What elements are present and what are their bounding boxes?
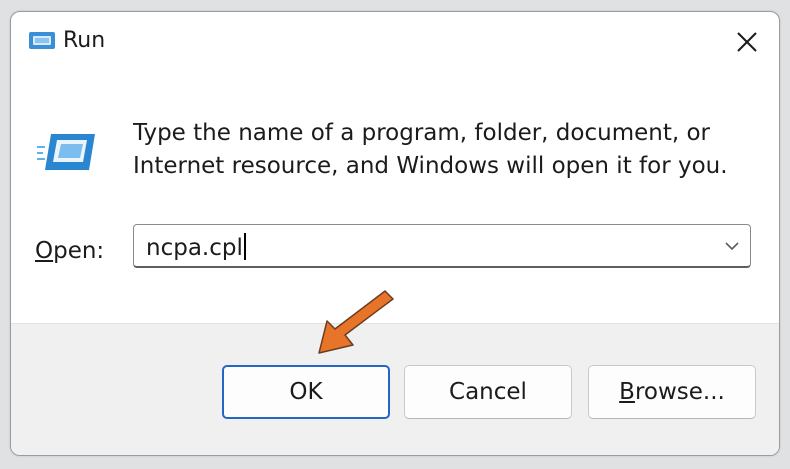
cancel-button[interactable]: Cancel	[404, 365, 572, 419]
button-bar: OK Cancel Browse...	[11, 323, 779, 455]
description-text: Type the name of a program, folder, docu…	[133, 117, 753, 183]
description-line-1: Type the name of a program, folder, docu…	[133, 120, 710, 146]
dialog-content: Type the name of a program, folder, docu…	[11, 70, 779, 323]
open-combobox[interactable]: ncpa.cpl	[133, 224, 751, 268]
close-icon[interactable]	[729, 24, 765, 60]
run-dialog: Run Type the name of a program, folder, …	[10, 11, 780, 456]
title-bar: Run	[11, 12, 779, 70]
open-label: Open:	[35, 238, 104, 264]
browse-label-rest: rowse...	[634, 379, 725, 405]
browse-accelerator: B	[619, 379, 635, 405]
ok-button[interactable]: OK	[222, 365, 390, 419]
chevron-down-icon[interactable]	[722, 236, 742, 256]
run-app-icon	[29, 32, 55, 49]
open-input[interactable]: ncpa.cpl	[146, 233, 246, 261]
screen-background: PC risk.com Run	[0, 0, 790, 469]
window-title: Run	[63, 28, 106, 53]
text-caret	[243, 233, 246, 260]
open-label-rest: pen:	[53, 238, 105, 264]
description-line-2: Internet resource, and Windows will open…	[133, 153, 728, 179]
open-label-accelerator: O	[35, 238, 54, 264]
open-input-value: ncpa.cpl	[146, 235, 243, 261]
run-program-icon	[37, 134, 95, 170]
browse-button[interactable]: Browse...	[588, 365, 756, 419]
